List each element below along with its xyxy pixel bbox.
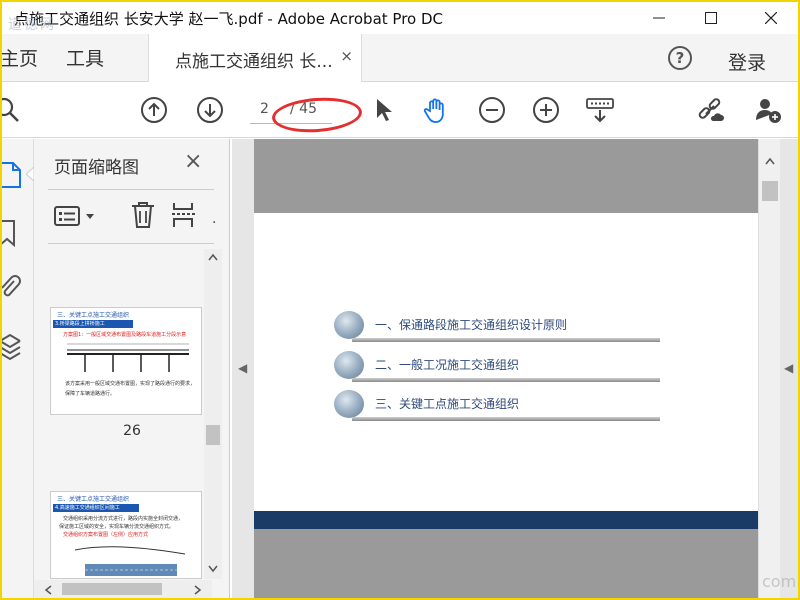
more-tools-icon[interactable]: . — [212, 211, 216, 227]
page-gray-band — [254, 529, 758, 598]
zoom-in-icon[interactable] — [532, 96, 560, 124]
share-link-icon[interactable] — [696, 96, 724, 124]
tab-tools[interactable]: 工具 — [66, 44, 104, 71]
toc-item: 二、一般工况施工交通组织 — [334, 351, 664, 382]
document-view[interactable]: 一、保通路段施工交通组织设计原则 二、一般工况施工交通组织 三、关键工点施工交通… — [232, 139, 798, 598]
active-pointer-icon — [26, 167, 34, 181]
panel-horizontal-scrollbar[interactable] — [34, 580, 212, 598]
page-thumbnail[interactable]: 三、关键工点施工交通组织 3.桥梁路段上拼桥施工 方案图1：一般区域交通布置图及… — [50, 307, 202, 415]
toc-bullet-icon — [334, 351, 364, 379]
tab-close-button[interactable]: × — [340, 47, 353, 65]
thumbnail-bar-text: 3.桥梁路段上拼桥施工 — [55, 321, 105, 327]
slide-footer-bar — [254, 511, 758, 529]
thumbnail-page-number: 26 — [123, 423, 141, 439]
thumbnail-options-icon[interactable] — [54, 205, 100, 227]
toc-underline — [352, 417, 660, 421]
panel-scroll-thumb[interactable] — [206, 425, 220, 445]
panel-hscroll-thumb[interactable] — [62, 583, 162, 595]
help-button[interactable]: ? — [668, 46, 692, 70]
page-gray-band — [254, 139, 758, 213]
expand-right-icon[interactable]: ◀ — [784, 361, 793, 375]
tab-home[interactable]: 主页 — [2, 44, 38, 71]
window-title: 点施工交通组织 长安大学 赵一飞.pdf - Adobe Acrobat Pro… — [14, 10, 444, 28]
hand-tool-icon[interactable] — [422, 96, 450, 124]
thumbnail-red-text: 交通组织方案布置图（左侧）应用方式 — [63, 532, 149, 538]
attachment-icon[interactable] — [2, 275, 22, 303]
layers-icon[interactable] — [2, 333, 22, 361]
thumbnail-text: 交通组织采用分流方式进行，路段内实施全封闭交通， — [63, 516, 184, 522]
left-navigation-rail — [2, 139, 34, 598]
bookmark-icon[interactable] — [2, 219, 18, 247]
toc-item-text: 二、一般工况施工交通组织 — [375, 358, 520, 372]
close-icon — [765, 12, 777, 24]
thumbnail-red-text: 方案图1：一般区域交通布置图及路段车道施工分段示意 — [63, 332, 187, 338]
add-user-icon[interactable] — [754, 96, 782, 124]
keyboard-scroll-icon[interactable] — [586, 96, 614, 124]
toc-bullet-icon — [334, 390, 364, 418]
panel-close-button[interactable]: × — [184, 149, 202, 174]
minimize-icon — [653, 17, 665, 19]
scroll-left-icon[interactable] — [44, 585, 52, 595]
thumbnail-heading: 三、关键工点施工交通组织 — [57, 312, 130, 319]
page-thumbnails-icon[interactable] — [2, 161, 22, 189]
thumbnail-bar-text: 4.高速施工交通组织区间施工 — [55, 505, 120, 511]
watermark-text: 道德网 — [8, 17, 56, 33]
toc-item: 一、保通路段施工交通组织设计原则 — [334, 311, 664, 342]
toc-item-text: 一、保通路段施工交通组织设计原则 — [375, 318, 568, 332]
scroll-up-icon[interactable] — [765, 157, 775, 165]
next-page-icon[interactable] — [196, 96, 224, 124]
maximize-icon — [705, 12, 717, 24]
toc-underline — [352, 378, 660, 382]
insert-page-icon[interactable] — [172, 201, 198, 229]
title-bar: 点施工交通组织 长安大学 赵一飞.pdf - Adobe Acrobat Pro… — [2, 2, 798, 34]
minimize-button[interactable] — [636, 2, 682, 34]
document-scroll-thumb[interactable] — [762, 181, 778, 201]
scroll-right-icon[interactable] — [194, 585, 202, 595]
bridge-drawing-icon — [67, 343, 189, 372]
panel-title: 页面缩略图 — [54, 158, 139, 178]
panel-divider — [48, 243, 214, 244]
toc-bullet-icon — [334, 311, 364, 339]
tab-bar: 主页 工具 点施工交通组织 长... × ? 登录 — [2, 34, 798, 82]
panel-divider — [48, 189, 214, 190]
search-icon[interactable] — [2, 96, 22, 124]
panel-vertical-scrollbar[interactable] — [204, 249, 222, 579]
page-thumbnails-panel: 页面缩略图 × . 三、关键工点施工交通组织 3.桥梁路段上拼桥施工 方案图1：… — [34, 139, 230, 598]
page-thumbnail[interactable]: 三、关键工点施工交通组织 4.高速施工交通组织区间施工 交通组织采用分流方式进行… — [50, 491, 202, 579]
toolbar: 2 / 45 — [2, 82, 798, 138]
document-vertical-scrollbar[interactable] — [758, 139, 780, 598]
login-button[interactable]: 登录 — [728, 48, 766, 75]
delete-page-icon[interactable] — [130, 201, 156, 229]
scroll-down-icon[interactable] — [208, 565, 218, 573]
thumbnail-text: 保证施工区域的安全，实现车辆分流交通组织方式。 — [59, 524, 175, 530]
toc-item-text: 三、关键工点施工交通组织 — [375, 397, 520, 411]
thumbnail-text: 保障了车辆道路通行。 — [65, 391, 116, 397]
acrobat-window: 点施工交通组织 长安大学 赵一飞.pdf - Adobe Acrobat Pro… — [2, 2, 798, 598]
thumbnail-heading: 三、关键工点施工交通组织 — [57, 496, 130, 503]
close-window-button[interactable] — [748, 2, 794, 34]
tab-document-label: 点施工交通组织 长... — [175, 52, 333, 72]
scroll-up-icon[interactable] — [208, 253, 218, 261]
zoom-out-icon[interactable] — [478, 96, 506, 124]
select-pointer-icon[interactable] — [370, 96, 398, 124]
previous-page-icon[interactable] — [140, 96, 168, 124]
thumbnail-text: 该方案采用一般区域交通布置图，实现了路段通行的要求， — [65, 381, 196, 387]
watermark-text: com — [762, 572, 797, 591]
maximize-button[interactable] — [688, 2, 734, 34]
toc-underline — [352, 338, 660, 342]
road-drawing-icon — [74, 546, 186, 576]
collapse-left-icon[interactable]: ◀ — [238, 361, 247, 375]
pdf-page: 一、保通路段施工交通组织设计原则 二、一般工况施工交通组织 三、关键工点施工交通… — [254, 213, 758, 529]
tab-document[interactable]: 点施工交通组织 长... × — [148, 34, 362, 82]
toc-item: 三、关键工点施工交通组织 — [334, 390, 664, 421]
current-page: 2 — [260, 101, 269, 117]
